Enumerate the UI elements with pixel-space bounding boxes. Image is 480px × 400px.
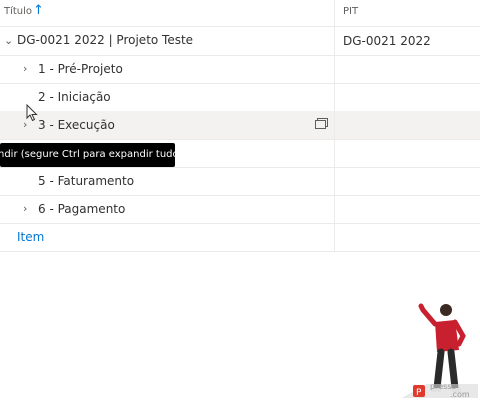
chevron-right-icon[interactable]: › bbox=[23, 62, 27, 75]
grid-header: Título ↑ PIT bbox=[0, 0, 480, 27]
chevron-down-icon[interactable]: ⌄ bbox=[4, 34, 13, 47]
column-header-title[interactable]: Título bbox=[4, 6, 32, 17]
mouse-pointer-icon bbox=[26, 104, 38, 122]
row-title: 1 - Pré-Projeto bbox=[38, 62, 123, 76]
expand-tooltip: ndir (segure Ctrl para expandir tudo) bbox=[0, 143, 175, 167]
row-title: 5 - Faturamento bbox=[38, 174, 135, 188]
table-row[interactable]: › 1 - Pré-Projeto bbox=[0, 55, 480, 84]
sort-ascending-icon[interactable]: ↑ bbox=[33, 3, 44, 18]
add-item-link[interactable]: Item bbox=[17, 230, 44, 244]
watermark-text: presso .com bbox=[430, 382, 470, 399]
row-title: 2 - Iniciação bbox=[38, 90, 111, 104]
open-details-icon[interactable] bbox=[315, 118, 328, 129]
row-title: DG-0021 2022 | Projeto Teste bbox=[17, 33, 194, 47]
table-row[interactable]: 5 - Faturamento bbox=[0, 167, 480, 196]
svg-text:P: P bbox=[416, 388, 422, 398]
row-title: 3 - Execução bbox=[38, 118, 115, 132]
column-header-pit[interactable]: PIT bbox=[343, 6, 358, 17]
row-pit-value: DG-0021 2022 bbox=[343, 34, 431, 48]
table-row-hovered[interactable]: › 3 - Execução bbox=[0, 111, 480, 140]
tooltip-text: ndir (segure Ctrl para expandir tudo) bbox=[0, 149, 175, 160]
chevron-right-icon[interactable]: › bbox=[23, 202, 27, 215]
table-row[interactable]: › 6 - Pagamento bbox=[0, 195, 480, 224]
add-item-row[interactable]: Item bbox=[0, 223, 480, 252]
row-title: 6 - Pagamento bbox=[38, 202, 126, 216]
table-row-parent[interactable]: ⌄ DG-0021 2022 | Projeto Teste DG-0021 2… bbox=[0, 27, 480, 56]
table-row[interactable]: 2 - Iniciação bbox=[0, 83, 480, 112]
